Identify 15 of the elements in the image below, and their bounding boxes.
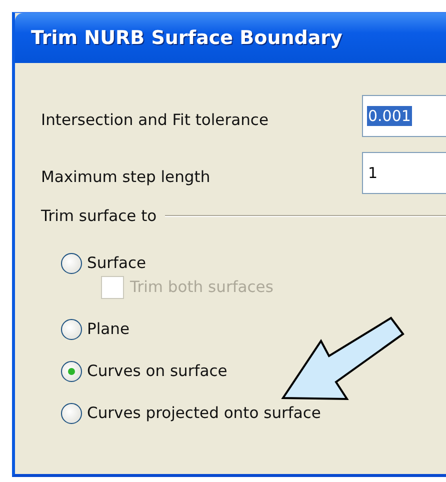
option-label: Surface: [87, 254, 146, 272]
window-title: Trim NURB Surface Boundary: [31, 27, 342, 49]
radio-button[interactable]: [61, 360, 82, 382]
field-label: Maximum step length: [41, 168, 212, 186]
option-label: Curves on surface: [87, 362, 228, 380]
radio-button[interactable]: [61, 252, 82, 274]
group-label: Trim surface to: [41, 207, 157, 225]
option-label: Plane: [87, 320, 130, 338]
option-label: Trim both surfaces: [130, 278, 274, 296]
input-field[interactable]: 0.001: [362, 94, 446, 136]
input-field[interactable]: 1: [362, 152, 446, 194]
field-label: Intersection and Fit tolerance: [41, 110, 270, 128]
radio-button[interactable]: [61, 402, 82, 424]
option-label: Curves projected onto surface: [87, 404, 321, 422]
radio-button[interactable]: [61, 318, 82, 340]
